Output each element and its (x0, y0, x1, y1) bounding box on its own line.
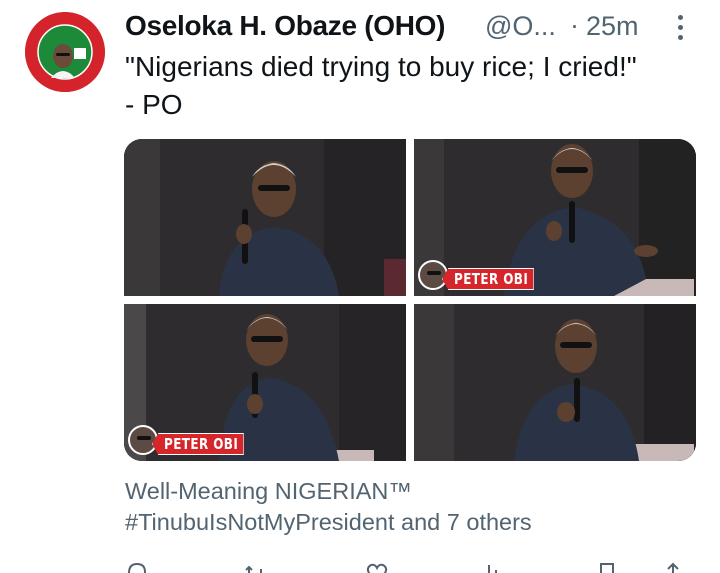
tagged-users[interactable]: Well-Meaning NIGERIAN™ #TinubuIsNotMyPre… (125, 476, 705, 538)
name-lower-third: PETER OBI (124, 425, 264, 457)
more-options-icon[interactable] (673, 10, 687, 46)
bookmark-icon[interactable] (595, 561, 619, 573)
share-icon[interactable] (661, 561, 685, 573)
media-grid: PETER OBI PETER OBI (124, 139, 696, 461)
lower-third-label: PETER OBI (152, 433, 244, 455)
like-icon[interactable] (365, 561, 389, 573)
team-oho-logo (25, 12, 105, 92)
tagged-users-more[interactable]: #TinubuIsNotMyPresident and 7 others (125, 507, 705, 538)
media-photo-3[interactable]: PETER OBI (124, 304, 406, 461)
tagged-user-line[interactable]: Well-Meaning NIGERIAN™ (125, 476, 705, 507)
tweet-header: Oseloka H. Obaze (OHO) @O... · 25m (125, 10, 695, 46)
name-lower-third: PETER OBI (414, 260, 554, 292)
author-avatar[interactable] (25, 12, 105, 92)
separator-dot: · (570, 10, 579, 40)
tweet-timestamp[interactable]: 25m (586, 11, 639, 42)
speaker-image (414, 304, 696, 461)
author-display-name[interactable]: Oseloka H. Obaze (OHO) (125, 10, 445, 42)
retweet-icon[interactable] (243, 561, 267, 573)
action-bar (125, 561, 685, 573)
author-handle[interactable]: @O... (485, 11, 556, 42)
speaker-image (124, 139, 406, 296)
reply-icon[interactable] (125, 561, 149, 573)
media-photo-4[interactable] (414, 304, 696, 461)
lower-third-label: PETER OBI (442, 268, 534, 290)
lower-third-avatar (418, 260, 448, 290)
views-icon[interactable] (477, 561, 501, 573)
tweet-text: "Nigerians died trying to buy rice; I cr… (125, 51, 637, 120)
lower-third-avatar (128, 425, 158, 455)
media-photo-2[interactable]: PETER OBI (414, 139, 696, 296)
media-photo-1[interactable] (124, 139, 406, 296)
